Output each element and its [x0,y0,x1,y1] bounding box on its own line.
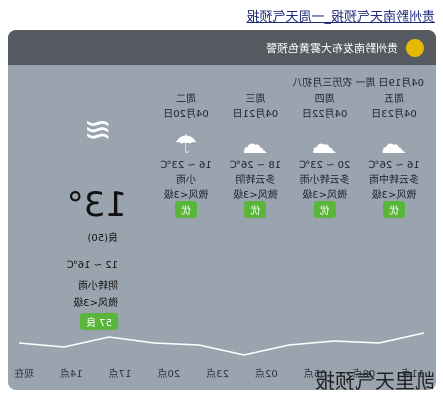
sun-cloud-icon: ☁ [381,130,407,160]
day-badge: 优 [383,201,405,218]
day-card: 周四 04月22日 ☁ 20 ~ 23℃ 多云转小雨 微风<3级 优 [295,90,355,300]
day-wind: 微风<3级 [232,190,278,201]
day-range: 18 ~ 26℃ [229,160,282,171]
day-date: 04月22日 [301,109,348,120]
day-range: 20 ~ 23℃ [298,160,351,171]
day-desc: 小雨 [176,175,197,186]
fog-icon: ≋ [83,110,113,150]
weather-panel: 贵州黔南发布大雾黄色预警 04月19日 周一 农历三月初八 ≋ 13° 良(50… [8,30,436,390]
hourly-line [18,332,425,356]
hour-label: 23点 [206,369,229,380]
hour-label: 02点 [255,369,278,380]
watermark-text: 凯里天气预报 [315,369,435,393]
day-desc: 多云转中雨 [369,175,419,186]
day-card: 周二 04月20日 ☂ 16 ~ 23℃ 小雨 微风<3级 优 [156,90,216,300]
alert-text: 贵州黔南发布大雾黄色预警 [266,41,398,55]
current-temp: 13° [66,185,127,225]
warning-icon [406,38,424,57]
mirrored-screenshot: 贵州黔南天气预报_一周天气预报 贵州黔南发布大雾黄色预警 04月19日 周一 农… [0,0,443,400]
hour-label: 17点 [108,369,132,380]
day-range: 16 ~ 26℃ [368,160,420,171]
hour-label: 14点 [60,369,83,380]
day-wind: 微风<3级 [302,190,348,201]
day-desc: 多云转阴 [235,175,276,186]
day-card: 周五 04月23日 ☁ 16 ~ 26℃ 多云转中雨 微风<3级 优 [364,90,424,300]
rain-icon: ☂ [174,130,198,160]
today-card: ≋ 13° 良(50) 12 ~ 16℃ 阴转小雨 微风<3级 57 良 [18,95,142,330]
day-name: 周二 [176,94,197,105]
hour-label: 20点 [157,369,181,380]
today-desc: 阴转小雨 [78,281,118,292]
forecast-days: 周五 04月23日 ☁ 16 ~ 26℃ 多云转中雨 微风<3级 优 周四 04… [156,90,424,300]
today-range: 12 ~ 16℃ [66,260,118,271]
day-badge: 优 [244,201,267,218]
day-wind: 微风<3级 [371,190,417,201]
day-name: 周四 [314,94,335,105]
day-desc: 多云转小雨 [299,175,350,186]
air-quality: 良(50) [87,233,118,244]
day-badge: 优 [313,201,336,218]
day-date: 04月23日 [371,109,417,120]
date-line: 04月19日 周一 农历三月初八 [292,78,424,89]
alert-banner[interactable]: 贵州黔南发布大雾黄色预警 [8,30,436,65]
day-badge: 优 [175,201,198,218]
day-card: 周三 04月21日 ☁ 18 ~ 26℃ 多云转阴 微风<3级 优 [225,90,285,300]
day-name: 周三 [245,94,266,105]
day-date: 04月20日 [163,109,209,120]
sun-cloud-icon: ☁ [242,130,269,160]
hourly-graph [14,305,425,365]
day-date: 04月21日 [232,109,279,120]
sun-cloud-icon: ☁ [311,130,338,160]
hour-label: 现在 [14,369,34,380]
day-wind: 微风<3级 [163,190,209,201]
day-name: 周五 [384,94,404,105]
day-range: 16 ~ 23℃ [160,160,212,171]
headline-link[interactable]: 贵州黔南天气预报_一周天气预报 [246,6,435,25]
